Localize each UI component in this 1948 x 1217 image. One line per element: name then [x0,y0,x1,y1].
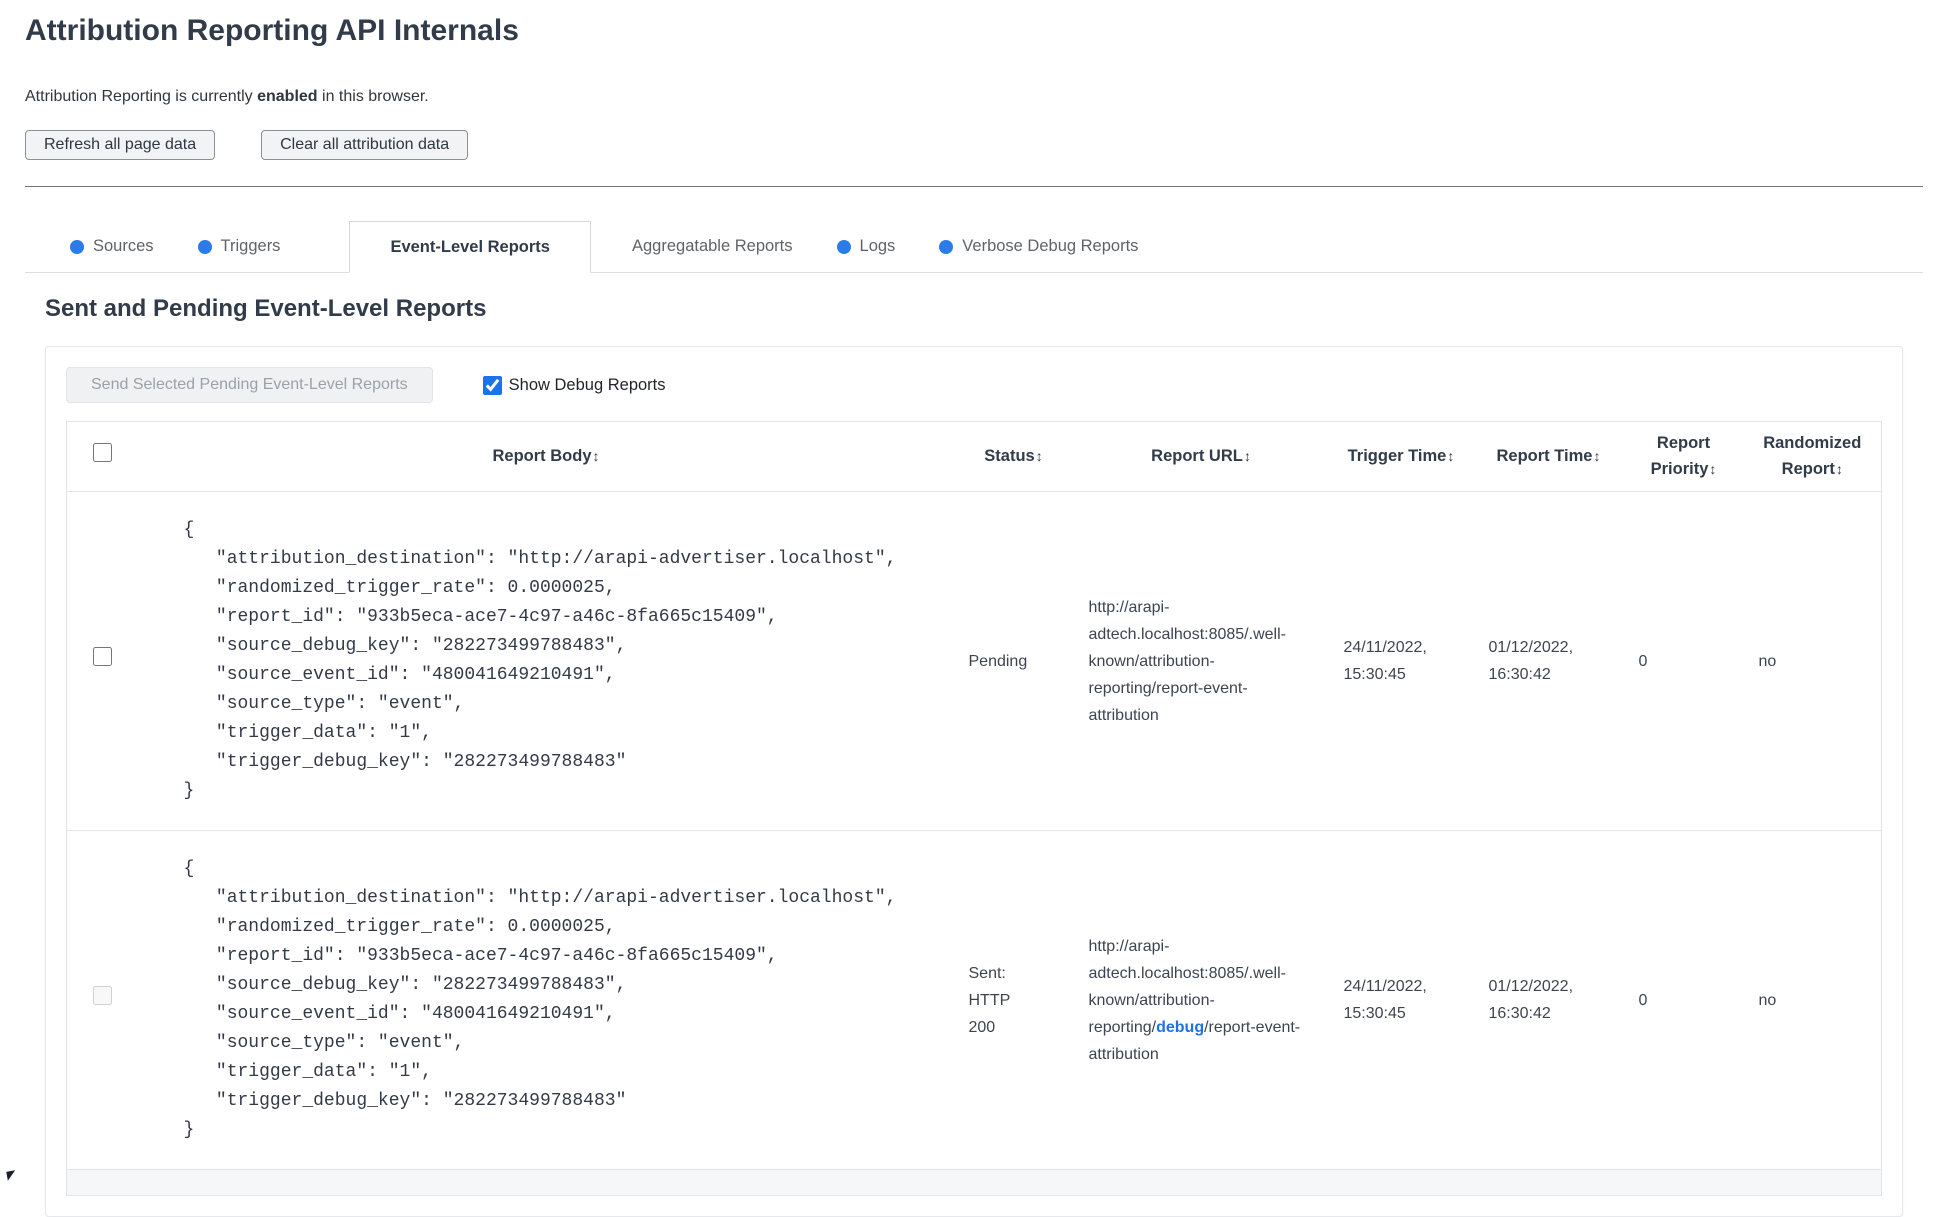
column-label: Report Priority [1650,434,1711,478]
status-suffix: in this browser. [317,88,429,105]
show-debug-reports-control: Show Debug Reports [482,375,666,395]
tab-label: Verbose Debug Reports [962,237,1139,255]
row-select-checkbox-disabled [93,986,113,1006]
sort-icon: ↕ [1243,447,1251,464]
send-selected-pending-reports-button[interactable]: Send Selected Pending Event-Level Report… [66,367,433,403]
reports-card: Send Selected Pending Event-Level Report… [45,346,1903,1217]
status-enabled-highlight: enabled [257,88,318,105]
tab-sources[interactable]: Sources [55,221,169,272]
report-priority-cell: 0 [1623,830,1744,1171]
trigger-time-cell: 24/11/2022, 15:30:45 [1328,830,1474,1171]
table-header-row: Report Body↕ Status↕ Report URL↕ Trigger… [66,420,1882,493]
sort-icon: ↕ [1835,460,1843,477]
tab-label: Event-Level Reports [390,237,550,256]
tab-bar: Sources Triggers Event-Level Reports Agg… [25,221,1923,273]
show-debug-reports-checkbox[interactable] [482,375,502,395]
column-label: Report URL [1151,446,1243,465]
column-header-status[interactable]: Status↕ [953,420,1074,493]
tab-logs[interactable]: Logs [822,221,911,272]
sort-icon: ↕ [1593,447,1601,464]
status-line: Attribution Reporting is currently enabl… [25,88,1923,106]
randomized-report-cell: no [1743,491,1882,832]
column-label: Report Time [1496,446,1593,465]
tab-label: Sources [93,237,154,255]
report-url-debug-segment: debug [1156,1018,1205,1036]
table-footer-row [66,1169,1882,1197]
randomized-report-cell: no [1743,830,1882,1171]
report-body-json: { "attribution_destination": "http://ara… [183,859,897,1141]
triggers-data-dot-icon [197,239,212,254]
table-footer [66,1169,1882,1197]
status-value: Pending [968,652,1028,670]
report-time-cell: 01/12/2022, 16:30:42 [1473,491,1624,832]
select-all-header-cell [66,420,139,493]
sources-data-dot-icon [70,239,84,254]
top-buttons: Refresh all page data Clear all attribut… [25,130,1923,160]
status-value: Sent: HTTP 200 [968,964,1011,1036]
report-body-cell: { "attribution_destination": "http://ara… [138,491,954,832]
show-debug-reports-label[interactable]: Show Debug Reports [509,376,666,395]
column-header-report-body[interactable]: Report Body↕ [138,420,954,493]
status-cell: Sent: HTTP 200 [953,830,1074,1171]
logs-data-dot-icon [836,239,851,254]
event-level-reports-panel: Sent and Pending Event-Level Reports Sen… [25,295,1923,1217]
tab-label: Aggregatable Reports [631,237,793,255]
sort-icon: ↕ [1709,460,1717,477]
report-url-text: http://arapi-adtech.localhost:8085/.well… [1088,598,1286,724]
column-label: Report Body [492,446,592,465]
trigger-time-cell: 24/11/2022, 15:30:45 [1328,491,1474,832]
column-label: Randomized Report [1763,434,1862,478]
reports-toolbar: Send Selected Pending Event-Level Report… [66,367,1897,403]
report-body-cell: { "attribution_destination": "http://ara… [138,830,954,1171]
tab-verbose-debug-reports[interactable]: Verbose Debug Reports [924,221,1153,272]
column-header-randomized-report[interactable]: Randomized Report↕ [1743,420,1882,493]
report-priority-cell: 0 [1623,491,1744,832]
sort-icon: ↕ [1447,447,1455,464]
sort-icon: ↕ [592,447,600,464]
report-time-cell: 01/12/2022, 16:30:42 [1473,830,1624,1171]
tab-event-level-reports[interactable]: Event-Level Reports [349,221,591,273]
column-header-trigger-time[interactable]: Trigger Time↕ [1328,420,1474,493]
mouse-cursor-icon [6,1170,17,1181]
column-header-report-priority[interactable]: Report Priority↕ [1623,420,1744,493]
report-row-sent: { "attribution_destination": "http://ara… [66,830,1882,1171]
report-body-json: { "attribution_destination": "http://ara… [183,520,897,802]
refresh-all-page-data-button[interactable]: Refresh all page data [25,130,216,160]
tab-aggregatable-reports[interactable]: Aggregatable Reports [617,221,808,272]
report-url-cell: http://arapi-adtech.localhost:8085/.well… [1073,491,1329,832]
column-label: Status [984,446,1035,465]
event-level-reports-table: Report Body↕ Status↕ Report URL↕ Trigger… [66,420,1882,1197]
row-select-cell [66,491,139,832]
report-row-pending: { "attribution_destination": "http://ara… [66,491,1882,832]
column-header-report-time[interactable]: Report Time↕ [1473,420,1624,493]
section-heading: Sent and Pending Event-Level Reports [45,295,487,322]
sort-icon: ↕ [1035,447,1043,464]
status-prefix: Attribution Reporting is currently [25,88,258,105]
select-all-checkbox[interactable] [93,442,113,462]
report-url-cell: http://arapi-adtech.localhost:8085/.well… [1073,830,1329,1171]
status-cell: Pending [953,491,1074,832]
column-header-report-url[interactable]: Report URL↕ [1073,420,1329,493]
row-select-cell [66,830,139,1171]
column-label: Trigger Time [1347,446,1447,465]
tab-label: Triggers [220,237,281,255]
tab-triggers[interactable]: Triggers [183,221,296,272]
header-divider [25,186,1923,187]
verbose-debug-data-dot-icon [939,239,954,254]
clear-all-attribution-data-button[interactable]: Clear all attribution data [261,130,469,160]
row-select-checkbox[interactable] [93,647,113,667]
page-title: Attribution Reporting API Internals [25,14,519,47]
page: Attribution Reporting API Internals Attr… [0,14,1948,1217]
tab-label: Logs [859,237,896,255]
